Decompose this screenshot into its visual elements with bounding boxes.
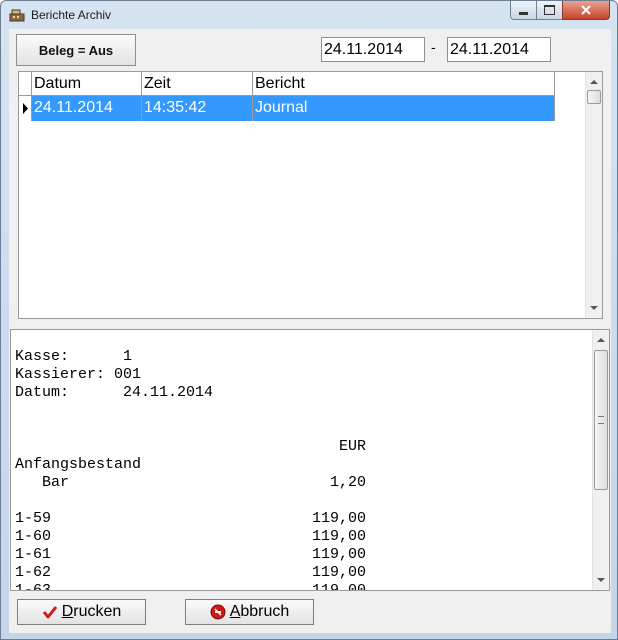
report-text: Kasse: 1 Kassierer: 001 Datum: 24.11.201… [15,348,367,591]
scroll-grip-icon [598,416,604,424]
report-scrollbar[interactable] [592,330,609,590]
scroll-up-icon[interactable] [590,80,598,84]
close-icon [581,5,591,15]
stop-icon [210,604,226,620]
maximize-icon [544,5,555,15]
report-preview[interactable]: Kasse: 1 Kassierer: 001 Datum: 24.11.201… [10,329,610,591]
cash-register-icon [9,9,25,22]
table-row[interactable]: 24.11.2014 14:35:42 Journal [32,96,555,121]
print-button[interactable]: Drucken [17,599,146,625]
minimize-button[interactable] [510,1,537,20]
column-header-zeit[interactable]: Zeit [142,72,253,96]
berichte-archiv-window: Berichte Archiv Beleg = Aus 24.11.2014 -… [0,0,618,640]
cancel-button[interactable]: Abbruch [185,599,314,625]
current-row-arrow-icon [23,103,28,114]
date-range-separator: - [431,39,436,55]
window-title: Berichte Archiv [31,8,112,22]
row-indicator-header [19,72,32,96]
scroll-up-icon[interactable] [597,338,605,342]
scroll-down-icon[interactable] [590,306,598,310]
column-header-bericht[interactable]: Bericht [253,72,555,96]
cell-bericht: Journal [253,96,555,121]
scroll-thumb[interactable] [587,90,601,104]
checkmark-icon [42,606,57,619]
print-label: Drucken [61,603,122,620]
row-indicator [19,96,32,121]
cell-zeit: 14:35:42 [142,96,253,121]
date-to-field[interactable]: 24.11.2014 [447,37,551,62]
client-area: Beleg = Aus 24.11.2014 - 24.11.2014 Datu… [9,29,611,633]
report-list-grid[interactable]: Datum Zeit Bericht 24.11.2014 14:35:42 J… [18,71,603,319]
date-from-field[interactable]: 24.11.2014 [321,37,425,62]
grid-scrollbar[interactable] [585,72,602,318]
title-bar[interactable]: Berichte Archiv [1,1,617,29]
scroll-down-icon[interactable] [597,578,605,582]
cancel-label: Abbruch [229,603,290,620]
maximize-button[interactable] [536,1,563,20]
minimize-icon [519,11,528,15]
close-button[interactable] [562,1,610,20]
grid-header: Datum Zeit Bericht [19,72,555,96]
beleg-toggle-button[interactable]: Beleg = Aus [16,34,136,66]
column-header-datum[interactable]: Datum [32,72,142,96]
cell-datum: 24.11.2014 [32,96,142,121]
